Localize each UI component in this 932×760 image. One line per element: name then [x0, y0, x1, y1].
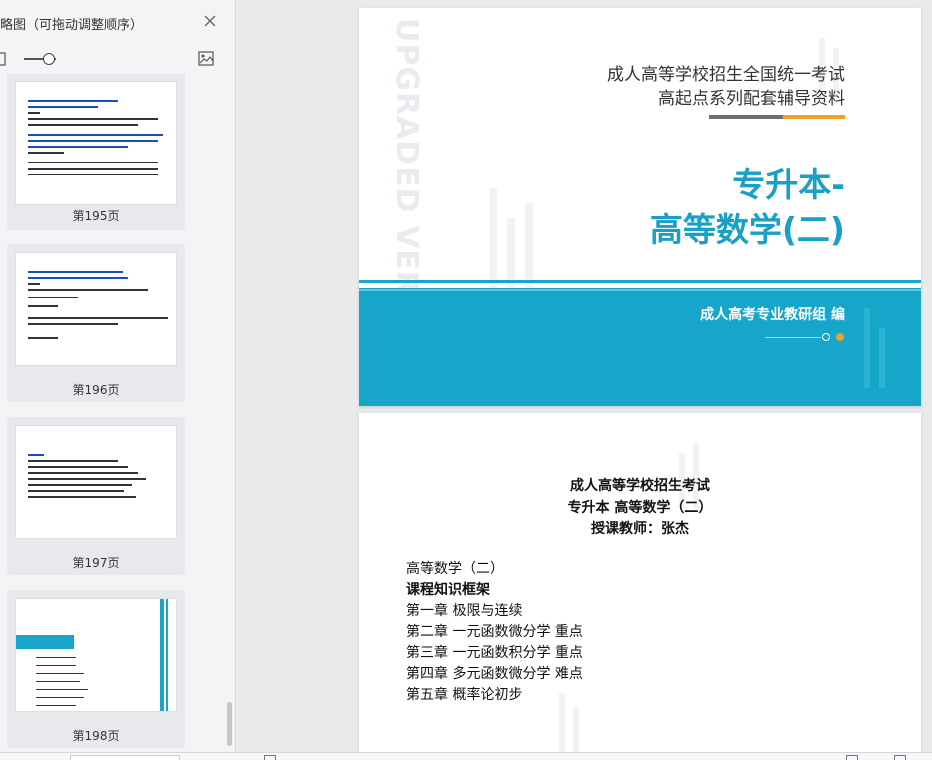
view-mode-icon[interactable]	[264, 755, 276, 760]
content-line-framework: 课程知识框架	[406, 582, 490, 598]
content-heading-1: 成人高等学校招生考试	[570, 478, 710, 494]
thumbnail-panel-title: 略图（可拖动调整顺序）	[0, 18, 144, 33]
cover-deco-dot-orange	[836, 333, 844, 341]
thumbnail-page-196[interactable]: 第196页	[7, 244, 185, 402]
content-page: 成人高等学校招生考试 专升本 高等数学（二） 授课教师：张杰 高等数学（二） 课…	[359, 413, 921, 752]
thumbnail-zoom-slider-handle[interactable]	[43, 53, 55, 65]
cover-subtitle-1: 成人高等学校招生全国统一考试	[607, 65, 845, 85]
image-icon[interactable]	[198, 51, 214, 66]
content-line-chapter-1: 第一章 极限与连续	[406, 603, 523, 619]
thumbnail-preview	[16, 253, 176, 365]
thumbnail-label: 第195页	[72, 209, 120, 223]
cover-accent-line	[359, 280, 921, 283]
cover-editor: 成人高考专业教研组 编	[700, 307, 845, 323]
cover-divider-grey	[709, 115, 783, 119]
content-heading-2: 专升本 高等数学（二）	[567, 500, 713, 516]
shrink-icon[interactable]	[0, 51, 6, 66]
thumbnail-panel-header: 略图（可拖动调整顺序）	[0, 0, 236, 44]
thumbnail-preview	[16, 599, 176, 711]
cover-deco-dot	[822, 333, 830, 341]
status-bar	[0, 752, 932, 760]
thumbnail-page-197[interactable]: 第197页	[7, 417, 185, 575]
content-line-chapter-4: 第四章 多元函数微分学 难点	[406, 666, 583, 682]
thumbnail-zoom-row	[0, 44, 236, 74]
thumbnail-page-198[interactable]: 第198页	[7, 590, 185, 748]
cover-page: UPGRADED VERSION 成人高等学校招生全国统一考试 高起点系列配套辅…	[359, 8, 921, 406]
thumbnail-scrollbar[interactable]	[227, 702, 232, 746]
thumbnail-list: 第195页 第196页 第197页 第198页	[0, 74, 236, 752]
close-icon[interactable]	[201, 12, 219, 30]
page-number-field[interactable]	[70, 755, 180, 760]
content-line-chapter-5: 第五章 概率论初步	[406, 687, 523, 703]
content-line-chapter-2: 第二章 一元函数微分学 重点	[406, 624, 583, 640]
content-line: 高等数学（二）	[406, 561, 504, 577]
thumbnail-page-195[interactable]: 第195页	[7, 74, 185, 230]
thumbnail-label: 第197页	[72, 556, 120, 570]
thumbnail-preview	[16, 82, 176, 204]
cover-deco-line	[765, 337, 821, 338]
cover-subtitle-2: 高起点系列配套辅导资料	[658, 89, 845, 109]
zoom-out-icon[interactable]	[846, 755, 858, 760]
thumbnail-panel: 略图（可拖动调整顺序） 第195页 第196页 第197页 第198页	[0, 0, 236, 752]
thumbnail-preview	[16, 426, 176, 538]
cover-divider-orange	[783, 115, 845, 119]
cover-title-line1: 专升本-	[732, 165, 845, 204]
cover-band-stripe	[359, 289, 921, 291]
document-view: UPGRADED VERSION 成人高等学校招生全国统一考试 高起点系列配套辅…	[236, 0, 932, 752]
thumbnail-label: 第196页	[72, 383, 120, 397]
content-line-chapter-3: 第三章 一元函数积分学 重点	[406, 645, 583, 661]
content-heading-3: 授课教师：张杰	[591, 521, 689, 537]
zoom-in-icon[interactable]	[894, 755, 906, 760]
thumbnail-label: 第198页	[72, 729, 120, 743]
cover-title-line2: 高等数学(二)	[649, 210, 845, 249]
